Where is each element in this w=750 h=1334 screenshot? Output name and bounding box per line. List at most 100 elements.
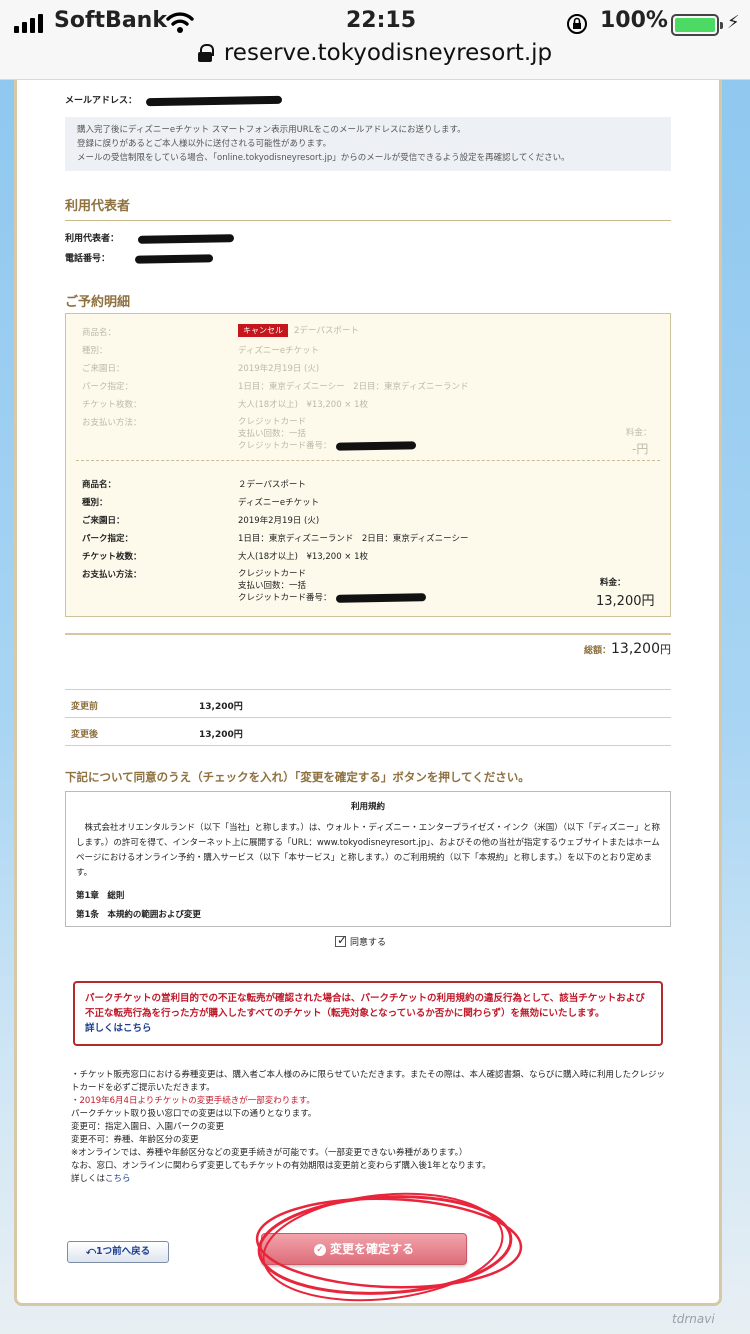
old-fee-value: -円 [632,442,649,456]
note-line: ・チケット販売窓口における券種変更は、購入者ご本人様のみに限らせていただきます。… [71,1070,665,1093]
terms-title: 利用規約 [350,802,385,812]
old-fee-label: 料金： [626,428,652,438]
reservation-detail-box: 商品名： キャンセル 2デーパスポート 種別： ディズニーeチケット ご来園日： … [65,313,671,617]
old-date-value: 2019年2月19日 (火) [238,364,320,374]
before-value: 13,200円 [199,702,243,712]
old-card-label: クレジットカード番号： [238,441,332,451]
old-count-value: 大人(18才以上) ¥13,200 × 1枚 [238,400,369,410]
note-line: 変更可：指定入園日、入園パークの変更 [71,1122,225,1132]
signal-strength-icon [14,13,43,33]
back-button[interactable]: ⤺1つ前へ戻る [67,1241,169,1263]
content-card: メールアドレス： 購入完了後にディズニーeチケット スマートフォン表示用URLを… [14,60,722,1306]
change-divider [65,745,671,746]
old-count-label: チケット枚数： [82,400,142,410]
agree-checkbox[interactable]: ✓ [335,933,347,947]
new-fee-value: 13,200円 [596,594,655,609]
total-unit: 円 [660,643,671,656]
email-info-line: メールの受信制限をしている場合、「online.tokyodisneyresor… [77,153,570,163]
after-value: 13,200円 [199,730,243,740]
new-pay-method: クレジットカード [238,569,307,579]
before-label: 変更前 [71,702,99,712]
total-label: 総額： [583,646,611,656]
change-divider [65,689,671,690]
new-product-label: 商品名： [82,480,117,490]
old-type-label: 種別： [82,346,108,356]
old-park-label: パーク指定： [82,382,134,392]
notes-details-link[interactable]: こちら [105,1174,131,1184]
status-bar: SoftBank 22:15 100% ⚡ [0,6,750,40]
browser-top-bar: SoftBank 22:15 100% ⚡ reserve.tokyodisne… [0,0,750,80]
resale-warning-box: パークチケットの営利目的での不正な転売が確認された場合は、パークチケットの利用規… [73,981,663,1046]
new-type-value: ディズニーeチケット [238,498,320,508]
old-type-value: ディズニーeチケット [238,346,320,356]
new-card-label: クレジットカード番号： [238,593,332,603]
old-pay-method: クレジットカード [238,417,307,427]
new-fee-label: 料金： [600,578,626,588]
email-info-line: 購入完了後にディズニーeチケット スマートフォン表示用URLをこのメールアドレス… [77,125,466,135]
terms-article: 第1条 本規約の範囲および変更 [76,910,201,920]
new-count-label: チケット枚数： [82,552,142,562]
reservation-section: ご予約明細 商品名： キャンセル 2デーパスポート 種別： ディズニーeチケット … [65,291,685,1302]
watermark: tdrnavi [672,1312,715,1326]
notes-section: ・チケット販売窓口における券種変更は、購入者ご本人様のみに限らせていただきます。… [71,1069,671,1186]
wifi-icon [166,12,194,33]
address-bar[interactable]: reserve.tokyodisneyresort.jp [0,40,750,66]
total-row: 総額：13,200円 [569,641,671,657]
warning-text: パークチケットの営利目的での不正な転売が確認された場合は、パークチケットの利用規… [85,993,645,1019]
representative-name-label: 利用代表者： [65,234,120,244]
old-pay-label: お支払い方法： [82,418,142,428]
old-date-label: ご来園日： [82,364,125,374]
note-line: なお、窓口、オンラインに関わらず変更してもチケットの有効期限は変更前と変わらず購… [71,1161,491,1171]
representative-section: 利用代表者 利用代表者： 電話番号： [65,195,685,264]
after-label: 変更後 [71,730,99,740]
old-park-value: 1日目：東京ディズニーシー 2日目：東京ディズニーランド [238,382,469,392]
agree-checkbox-row[interactable]: ✓ 同意する [335,933,387,948]
old-product-label: 商品名： [82,328,117,338]
terms-body: 株式会社オリエンタルランド（以下「当社」と称します。）は、ウォルト・ディズニー・… [76,823,660,878]
redacted-card [335,440,416,451]
battery-percent: 100% [600,8,668,33]
padlock-icon [197,44,214,62]
detail-divider [76,460,660,461]
new-pay-label: お支払い方法： [82,570,142,580]
redacted-name [137,233,234,244]
note-line-notice: ・2019年6月4日よりチケットの変更手続きが一部変わります。 [71,1096,315,1106]
charging-bolt-icon: ⚡ [727,12,740,33]
redacted-card [335,592,426,603]
warning-details-link[interactable]: 詳しくはこちら [85,1021,651,1036]
new-park-label: パーク指定： [82,534,134,544]
new-date-value: 2019年2月19日 (火) [238,516,320,526]
change-divider [65,717,671,718]
new-count-value: 大人(18才以上) ¥13,200 × 1枚 [238,552,369,562]
email-label: メールアドレス： [65,96,138,106]
terms-scroll-box[interactable]: 利用規約 株式会社オリエンタルランド（以下「当社」と称します。）は、ウォルト・デ… [65,791,671,927]
redacted-email [145,95,282,106]
agreement-heading: 下記について同意のうえ（チェックを入れ）「変更を確定する」ボタンを押してください… [65,770,530,784]
email-info-box: 購入完了後にディズニーeチケット スマートフォン表示用URLをこのメールアドレス… [65,117,671,171]
rotation-lock-icon [567,14,587,34]
old-product-value: 2デーパスポート [294,326,359,336]
carrier-name: SoftBank [54,8,167,33]
redacted-phone [134,253,213,264]
back-button-label: 1つ前へ戻る [96,1246,151,1257]
status-time: 22:15 [346,8,417,33]
old-pay-times: 支払い回数：一括 [238,429,307,439]
annotation-circle [255,1192,523,1302]
url-text: reserve.tokyodisneyresort.jp [223,40,553,66]
new-product-value: ２デーパスポート [238,480,306,490]
representative-title: 利用代表者 [65,195,671,221]
new-date-label: ご来園日： [82,516,125,526]
new-park-value: 1日目：東京ディズニーランド 2日目：東京ディズニーシー [238,534,469,544]
note-line: 変更不可：券種、年齢区分の変更 [71,1135,199,1145]
agree-label: 同意する [350,938,387,948]
note-line: ※オンラインでは、券種や年齢区分などの変更手続きが可能です。（一部変更できない券… [71,1148,468,1158]
note-line: パークチケット取り扱い窓口での変更は以下の通りとなります。 [71,1109,317,1119]
new-pay-times: 支払い回数：一括 [238,581,307,591]
new-pay-value: クレジットカード 支払い回数：一括 クレジットカード番号： [238,568,426,604]
note-line: 詳しくは [71,1174,106,1184]
back-arrow-icon: ⤺ [85,1246,97,1257]
terms-chapter: 第1章 総則 [76,891,125,901]
phone-label: 電話番号： [65,254,111,264]
old-pay-value: クレジットカード 支払い回数：一括 クレジットカード番号： [238,416,416,452]
cancel-badge: キャンセル [238,324,288,337]
